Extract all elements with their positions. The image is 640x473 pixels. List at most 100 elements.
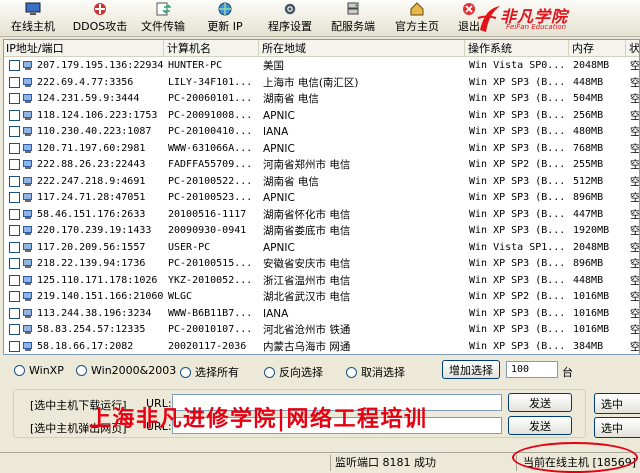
table-row[interactable]: 58.46.151.176:2633 20100516-1117 湖南省怀化市 电信…	[4, 207, 639, 224]
send-webpage-button[interactable]: 发送	[508, 416, 572, 435]
computer-icon	[23, 226, 34, 235]
cell-memory: 480MB	[573, 126, 604, 137]
radio-cancel-selection[interactable]: 取消选择	[346, 364, 405, 380]
column-header-status[interactable]: 状	[627, 40, 639, 57]
online-hosts-button[interactable]: 在线主机	[6, 1, 60, 35]
table-row[interactable]: 120.71.197.60:2981 WWW-631066A... APNIC Win…	[4, 141, 639, 158]
cell-os: Win XP SP3 (B...	[469, 258, 566, 269]
table-row[interactable]: 124.231.59.9:3444 PC-20060101... 湖南省 电信 Win…	[4, 91, 639, 108]
cell-ip: 222.69.4.77:3356	[37, 76, 134, 88]
radio-dot-icon	[346, 366, 357, 378]
host-list: IP地址/端口 计算机名 所在地域 操作系统 内存 状 207.179.195.…	[3, 39, 640, 355]
row-checkbox[interactable]	[9, 192, 20, 203]
cell-computer-name: 20020117-2036	[168, 340, 247, 352]
file-transfer-button[interactable]: 文件传输	[136, 1, 190, 35]
radio-invert-selection[interactable]: 反向选择	[264, 364, 323, 380]
radio-winxp[interactable]: WinXP	[14, 364, 64, 377]
cell-region: APNIC	[263, 142, 295, 155]
cell-ip: 118.124.106.223:1753	[37, 109, 158, 121]
table-row[interactable]: 118.124.106.223:1753 PC-20091008... APNIC W…	[4, 108, 640, 125]
update-ip-button[interactable]: 更新 IP	[200, 1, 250, 35]
program-settings-button[interactable]: 程序设置	[264, 1, 316, 35]
table-row[interactable]: 222.69.4.77:3356 LILY-34F101... 上海市 电信(南汇区…	[4, 75, 640, 92]
column-header-computer-name[interactable]: 计算机名	[165, 40, 259, 57]
row-checkbox[interactable]	[9, 324, 20, 335]
row-checkbox[interactable]	[9, 175, 20, 187]
computer-icon	[23, 160, 34, 169]
cell-memory: 448MB	[573, 274, 604, 286]
table-row[interactable]: 219.140.151.166:21060 WLGC 湖北省武汉市 电信 Win XP…	[4, 289, 639, 306]
column-header-ip[interactable]: IP地址/端口	[4, 40, 164, 57]
table-row[interactable]: 113.244.38.196:3234 WWW-B6B11B7... IANA Win…	[4, 306, 639, 323]
radio-select-all[interactable]: 选择所有	[180, 364, 239, 380]
cell-memory: 255MB	[573, 159, 604, 170]
server-config-button[interactable]: 配服务端	[326, 1, 380, 35]
selection-options: WinXP Win2000&2003 选择所有 反向选择 取消选择 增加选择 1…	[0, 358, 640, 382]
row-checkbox[interactable]	[9, 76, 20, 88]
cell-status: 空	[630, 126, 640, 138]
cell-memory: 384MB	[573, 340, 604, 352]
brand-logo: 非凡学院 FeiFan Education	[470, 1, 580, 36]
cell-memory: 256MB	[573, 109, 604, 121]
row-checkbox[interactable]	[9, 126, 20, 137]
cell-os: Win XP SP3 (B...	[469, 142, 566, 154]
table-row[interactable]: 58.83.254.57:12335 PC-20010107... 河北省沧州市 铁…	[4, 322, 639, 339]
table-row[interactable]: 220.170.239.19:1433 20090930-0941 湖南省娄底市 电…	[4, 223, 639, 240]
cell-status: 空	[630, 76, 640, 89]
selection-count-input[interactable]: 100	[506, 361, 558, 378]
table-row[interactable]: 110.230.40.223:1087 PC-20100410... IANA Win…	[4, 124, 640, 141]
row-checkbox[interactable]	[9, 274, 20, 286]
row-checkbox[interactable]	[9, 142, 20, 154]
row-checkbox[interactable]	[9, 241, 20, 253]
cell-ip: 222.247.218.9:4691	[37, 175, 146, 187]
cell-computer-name: WWW-B6B11B7...	[168, 307, 253, 319]
cell-os: Win XP SP3 (B...	[469, 109, 566, 121]
row-checkbox[interactable]	[9, 291, 20, 302]
table-row[interactable]: 117.24.71.28:47051 PC-20100523... APNIC Win…	[4, 190, 639, 207]
column-header-os[interactable]: 操作系统	[466, 40, 569, 57]
row-checkbox[interactable]	[9, 208, 20, 220]
cell-computer-name: PC-20100410...	[168, 126, 253, 137]
send-download-button[interactable]: 发送	[508, 393, 572, 412]
cell-ip: 58.46.151.176:2633	[37, 208, 146, 220]
cell-region: 浙江省温州市 电信	[263, 274, 351, 287]
table-row[interactable]: 222.88.26.23:22443 FADFFA55709... 河南省郑州市 电…	[4, 157, 639, 174]
table-row[interactable]: 207.179.195.136:22934 HUNTER-PC 美国 Win Vist…	[4, 58, 639, 75]
table-row[interactable]: 125.110.171.178:1026 YKZ-2010052... 浙江省温州市…	[4, 273, 639, 290]
selected-action-button-2[interactable]: 选中	[594, 417, 640, 438]
column-header-region[interactable]: 所在地域	[260, 40, 465, 57]
count-unit-label: 台	[562, 366, 573, 379]
row-checkbox[interactable]	[9, 225, 20, 236]
row-checkbox[interactable]	[9, 307, 20, 319]
cell-region: IANA	[263, 307, 289, 320]
cell-region: 河北省沧州市 铁通	[263, 324, 351, 336]
host-list-header: IP地址/端口 计算机名 所在地域 操作系统 内存 状	[4, 40, 639, 57]
cell-memory: 1016MB	[573, 291, 610, 302]
add-selection-button[interactable]: 增加选择	[442, 360, 500, 379]
table-row[interactable]: 222.247.218.9:4691 PC-20100522... 湖南省 电信 Wi…	[4, 174, 639, 191]
table-row[interactable]: 117.20.209.56:1557 USER-PC APNIC Win Vista …	[4, 240, 639, 257]
radio-win2000-2003[interactable]: Win2000&2003	[76, 364, 176, 377]
computer-icon	[23, 242, 34, 252]
cell-os: Win XP SP2 (B...	[469, 159, 566, 170]
cell-ip: 207.179.195.136:22934	[37, 60, 164, 71]
cell-os: Win XP SP3 (B...	[469, 76, 566, 88]
cell-status: 空	[630, 109, 640, 122]
official-homepage-button[interactable]: 官方主页	[390, 1, 444, 35]
row-checkbox[interactable]	[9, 159, 20, 170]
watermark-text: 上海非凡进修学院|网络工程培训	[89, 406, 428, 432]
column-header-memory[interactable]: 内存	[570, 40, 626, 57]
row-checkbox[interactable]	[9, 340, 20, 352]
ddos-attack-button[interactable]: DDOS攻击	[72, 1, 128, 35]
table-row[interactable]: 58.18.66.17:2082 20020117-2036 内蒙古乌海市 网通 Wi…	[4, 339, 639, 355]
cell-memory: 2048MB	[573, 60, 610, 71]
cell-ip: 220.170.239.19:1433	[37, 225, 152, 236]
cell-region: 上海市 电信(南汇区)	[263, 76, 359, 89]
row-checkbox[interactable]	[9, 93, 20, 104]
row-checkbox[interactable]	[9, 258, 20, 269]
cell-ip: 124.231.59.9:3444	[37, 93, 140, 104]
selected-action-button-1[interactable]: 选中	[594, 393, 640, 414]
row-checkbox[interactable]	[9, 60, 20, 71]
table-row[interactable]: 218.22.139.94:1736 PC-20100515... 安徽省安庆市 电…	[4, 256, 639, 273]
row-checkbox[interactable]	[9, 109, 20, 121]
